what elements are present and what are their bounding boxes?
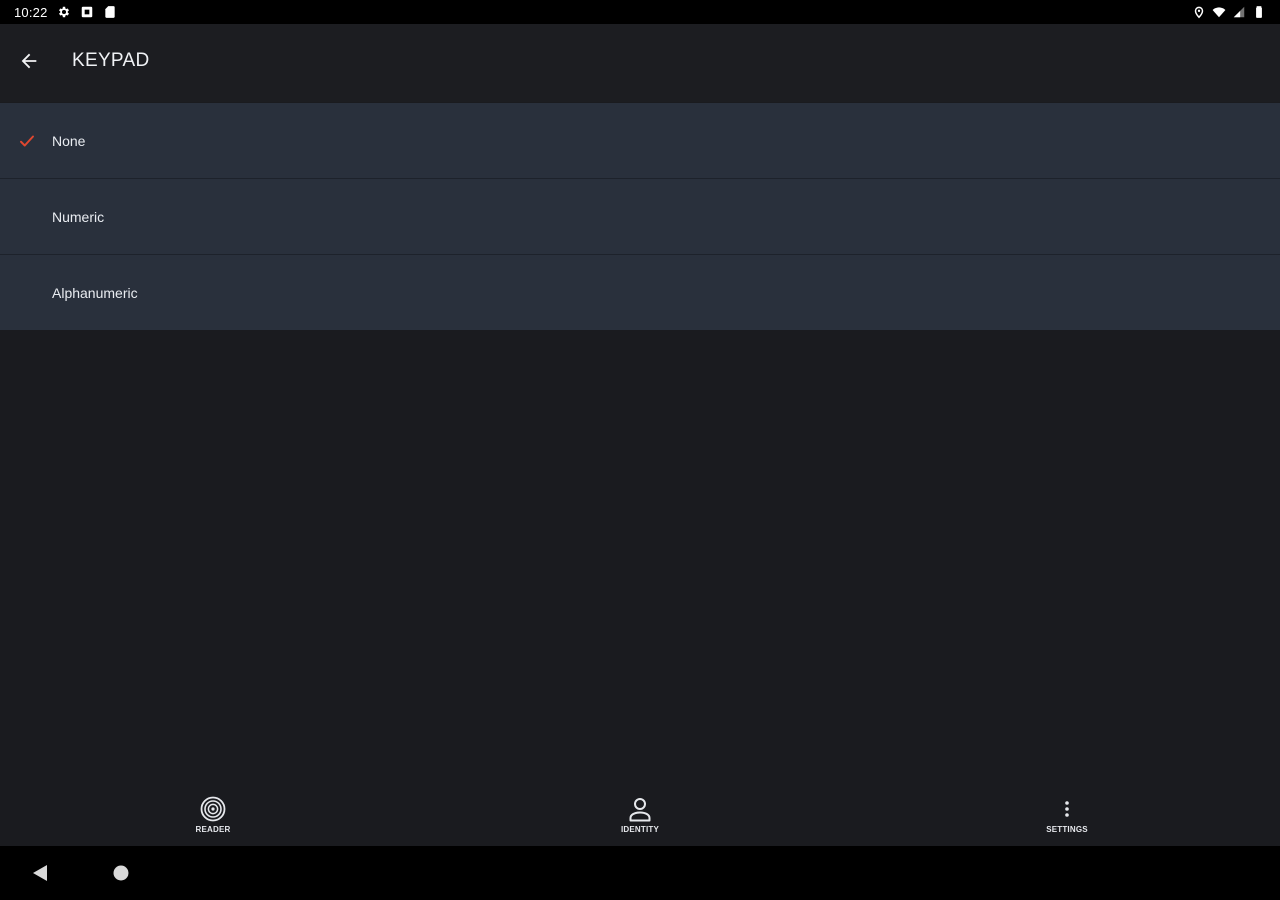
option-label: None (52, 132, 86, 149)
system-back-icon[interactable] (30, 862, 50, 884)
status-bar: 10:22 (0, 0, 1280, 24)
nav-reader[interactable]: READER (153, 790, 273, 846)
status-right-group (1192, 5, 1266, 19)
signal-icon (1232, 5, 1246, 19)
more-vertical-icon (1053, 795, 1081, 823)
settings-gear-icon (57, 5, 71, 19)
notification-square-icon (80, 5, 94, 19)
checkmark-icon (17, 131, 37, 151)
sd-card-icon (103, 5, 117, 19)
back-button[interactable] (0, 34, 58, 92)
wifi-icon (1212, 5, 1226, 19)
nav-label: IDENTITY (620, 825, 660, 834)
battery-icon (1252, 5, 1266, 19)
nav-label: SETTINGS (1046, 825, 1088, 834)
nav-identity[interactable]: IDENTITY (580, 790, 700, 846)
person-icon (626, 795, 654, 823)
arrow-back-icon (18, 50, 40, 77)
app-bar: KEYPAD (0, 24, 1280, 102)
nav-settings[interactable]: SETTINGS (1007, 790, 1127, 846)
page-title: KEYPAD (72, 50, 150, 71)
option-alphanumeric[interactable]: Alphanumeric (0, 255, 1280, 330)
bottom-navigation: READER IDENTITY SETTINGS (0, 790, 1280, 846)
option-label: Alphanumeric (52, 284, 138, 301)
option-label: Numeric (52, 208, 105, 225)
system-navigation-bar (0, 846, 1280, 900)
system-home-icon[interactable] (111, 863, 131, 883)
keypad-option-list: None Numeric Alphanumeric (0, 103, 1280, 330)
screen: 10:22 KEYPAD None Numeric Alphanumeric R… (0, 0, 1280, 900)
status-time: 10:22 (14, 4, 48, 20)
location-icon (1192, 5, 1206, 19)
status-left-group: 10:22 (14, 5, 117, 20)
reader-target-icon (199, 795, 227, 823)
option-none[interactable]: None (0, 103, 1280, 179)
option-numeric[interactable]: Numeric (0, 179, 1280, 255)
nav-label: READER (195, 825, 231, 834)
